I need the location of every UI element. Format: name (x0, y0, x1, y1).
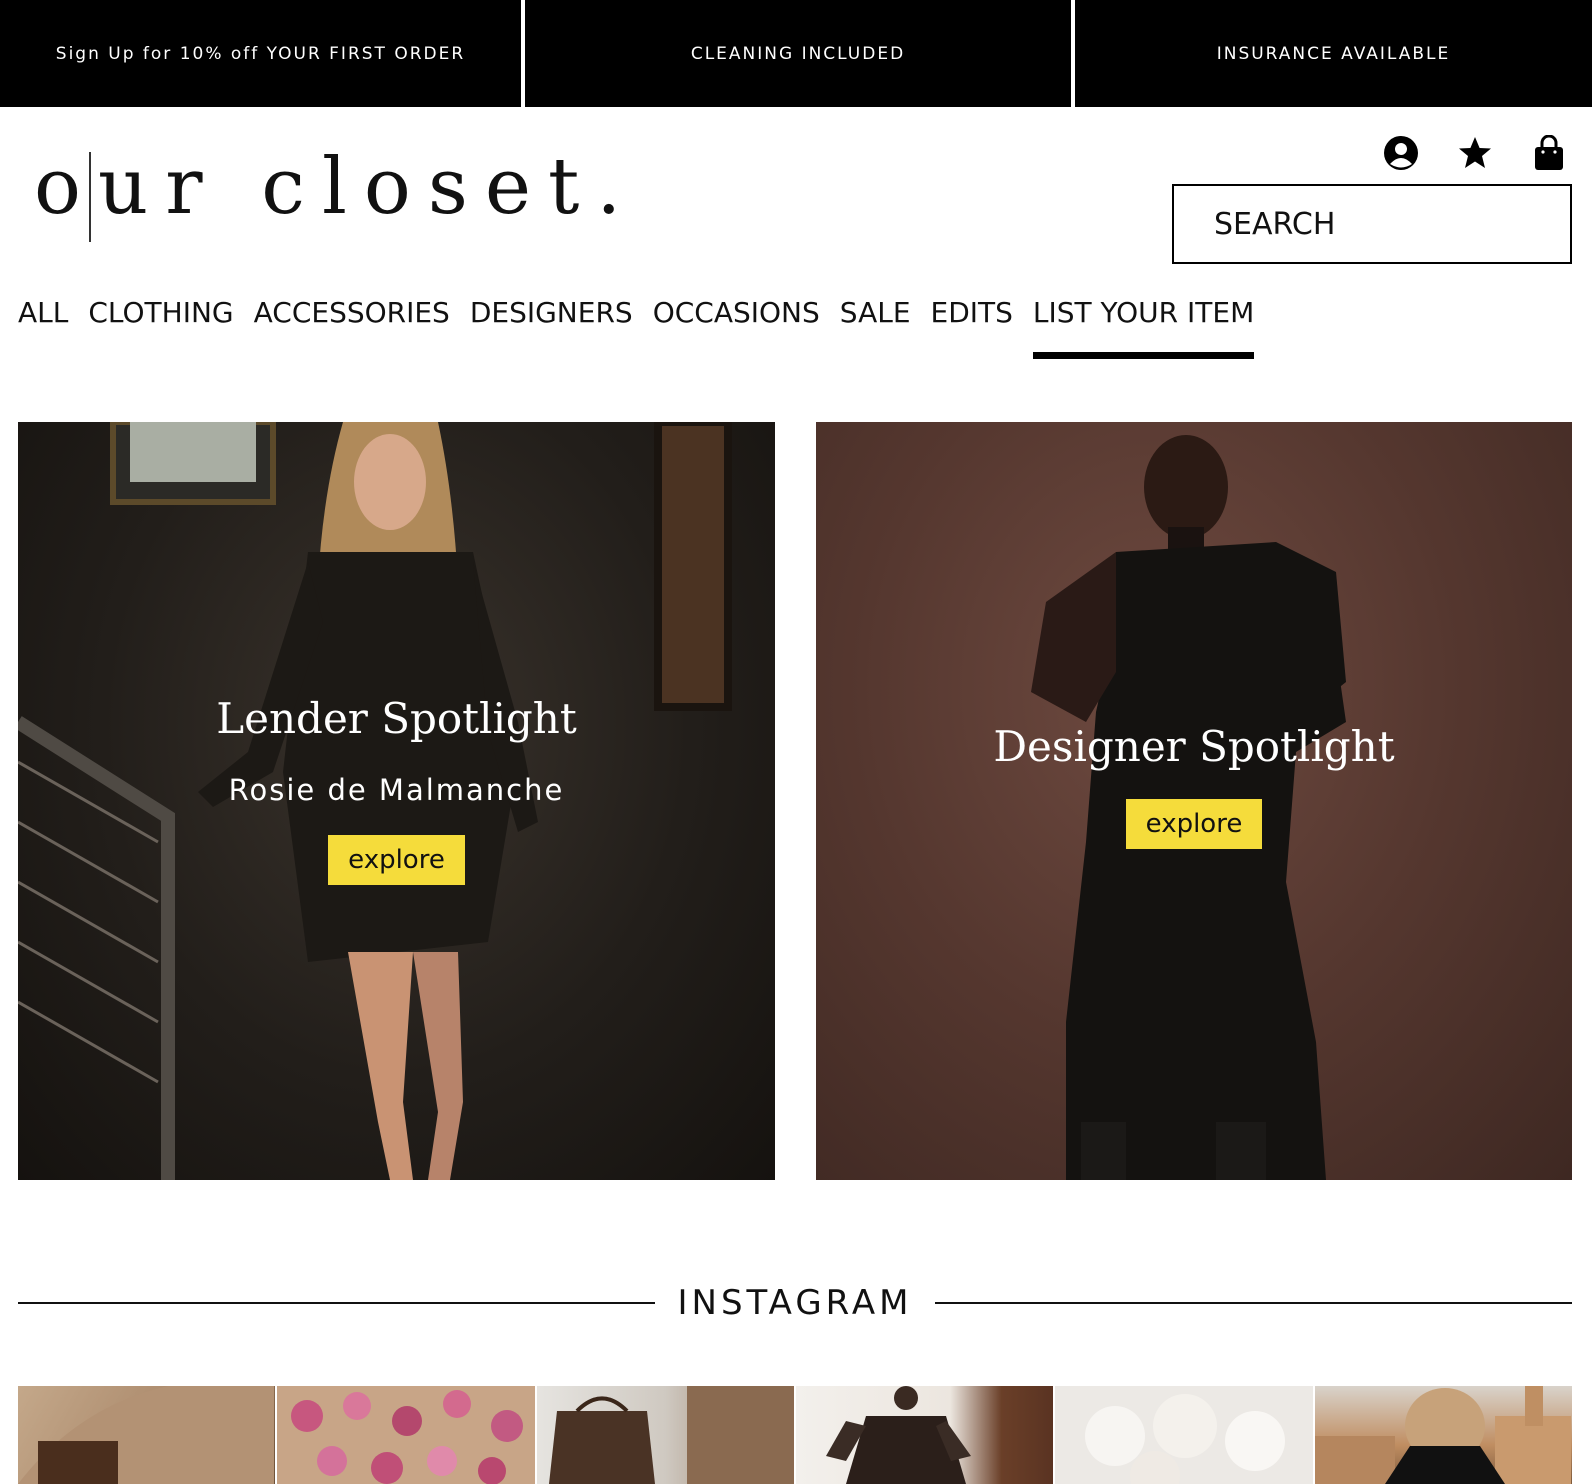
nav-item-occasions[interactable]: OCCASIONS (653, 296, 820, 359)
logo-divider (89, 152, 91, 242)
promo-cleaning-included[interactable]: CLEANING INCLUDED (525, 0, 1071, 107)
designer-explore-button[interactable]: explore (1125, 799, 1263, 849)
header-icons (1383, 135, 1567, 171)
designer-spotlight-card[interactable]: Designer Spotlight explore (816, 422, 1572, 1180)
instagram-feed (18, 1386, 1572, 1484)
instagram-post-city-view[interactable] (1314, 1386, 1572, 1484)
shopping-bag-icon[interactable] (1531, 135, 1567, 171)
nav-item-sale[interactable]: SALE (840, 296, 911, 359)
instagram-post-peonies[interactable] (277, 1386, 535, 1484)
nav-item-clothing[interactable]: CLOTHING (88, 296, 233, 359)
nav-item-designers[interactable]: DESIGNERS (470, 296, 633, 359)
instagram-post-lace-dress[interactable] (795, 1386, 1054, 1484)
nav-item-accessories[interactable]: ACCESSORIES (254, 296, 450, 359)
search-box (1172, 184, 1572, 264)
lender-explore-button[interactable]: explore (328, 835, 465, 885)
lender-spotlight-title: Lender Spotlight (216, 694, 577, 743)
promo-insurance-available[interactable]: INSURANCE AVAILABLE (1075, 0, 1592, 107)
lender-spotlight-card[interactable]: Lender Spotlight Rosie de Malmanche expl… (18, 422, 775, 1180)
designer-spotlight-title: Designer Spotlight (993, 722, 1395, 771)
promo-signup-discount[interactable]: Sign Up for 10% off YOUR FIRST ORDER (0, 0, 521, 107)
lender-spotlight-overlay: Lender Spotlight Rosie de Malmanche expl… (18, 694, 775, 885)
lender-spotlight-subtitle: Rosie de Malmanche (228, 773, 565, 807)
divider-line-right (934, 1302, 1572, 1304)
divider-line-left (18, 1302, 656, 1304)
instagram-post-camel-coat[interactable] (18, 1386, 276, 1484)
site-logo[interactable]: our closet. (34, 148, 638, 242)
instagram-post-white-roses[interactable] (1055, 1386, 1313, 1484)
favorites-star-icon[interactable] (1457, 135, 1493, 171)
account-icon[interactable] (1383, 135, 1419, 171)
nav-item-list-your-item[interactable]: LIST YOUR ITEM (1032, 296, 1255, 359)
promo-bar: Sign Up for 10% off YOUR FIRST ORDER CLE… (0, 0, 1592, 107)
logo-text: our closet. (34, 142, 639, 232)
instagram-heading: INSTAGRAM (18, 1283, 1572, 1323)
main-nav: ALL CLOTHING ACCESSORIES DESIGNERS OCCAS… (18, 296, 1274, 359)
designer-spotlight-overlay: Designer Spotlight explore (816, 722, 1572, 849)
instagram-post-monogram-tote[interactable] (536, 1386, 794, 1484)
nav-item-edits[interactable]: EDITS (931, 296, 1013, 359)
nav-item-all[interactable]: ALL (18, 296, 68, 359)
instagram-title: INSTAGRAM (677, 1283, 913, 1323)
search-input[interactable] (1214, 206, 1570, 242)
